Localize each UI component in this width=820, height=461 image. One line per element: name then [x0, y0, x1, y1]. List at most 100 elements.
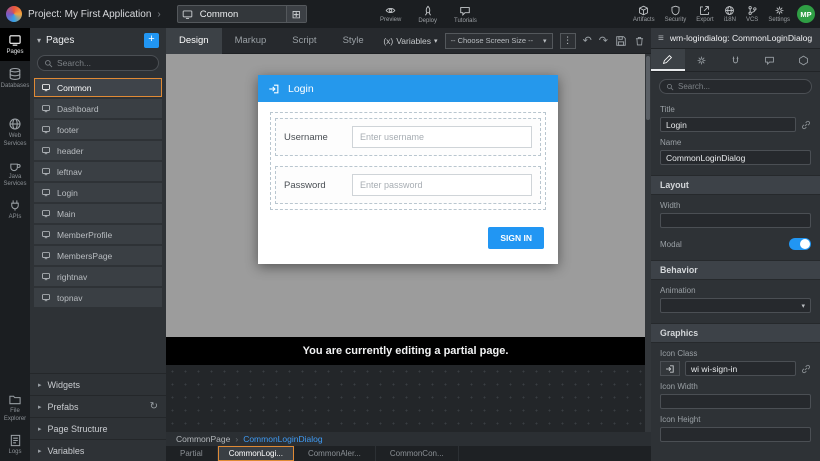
- icon-class-input[interactable]: [685, 361, 796, 376]
- form-container[interactable]: Username Password: [270, 112, 546, 210]
- redo-icon[interactable]: ↷: [599, 34, 608, 47]
- rail-item-web-services[interactable]: Web Services: [0, 111, 30, 152]
- save-icon[interactable]: [615, 35, 627, 47]
- tab-security[interactable]: [786, 49, 820, 71]
- add-page-button[interactable]: +: [144, 33, 159, 48]
- password-input[interactable]: [352, 174, 532, 196]
- page-item-memberspage[interactable]: MembersPage: [34, 246, 162, 265]
- dialog-title: Login: [288, 83, 314, 95]
- tutorials-button[interactable]: Tutorials: [454, 5, 477, 24]
- pages-search-input[interactable]: [57, 58, 152, 68]
- icon-width-input[interactable]: [660, 394, 811, 409]
- modal-toggle[interactable]: [789, 238, 811, 250]
- design-canvas[interactable]: Login Username Password SIGN IN: [166, 54, 645, 337]
- left-rail: Pages Databases Web Services Java Servic…: [0, 28, 30, 461]
- breadcrumb: CommonPage › CommonLoginDialog: [166, 432, 651, 446]
- rail-item-java-services[interactable]: Java Services: [0, 153, 30, 193]
- username-input[interactable]: [352, 126, 532, 148]
- page-item-footer[interactable]: footer: [34, 120, 162, 139]
- vcs-button[interactable]: VCS: [746, 5, 758, 23]
- username-form-row[interactable]: Username: [275, 118, 541, 156]
- variables-button[interactable]: (x) Variables ▾: [383, 36, 437, 46]
- topbar-center-actions: Preview Deploy Tutorials: [380, 0, 477, 28]
- name-input[interactable]: [660, 150, 811, 165]
- rail-item-databases[interactable]: Databases: [0, 61, 30, 95]
- page-thumb-icon: [41, 104, 51, 113]
- title-input[interactable]: [660, 117, 796, 132]
- section-page-structure[interactable]: ▸ Page Structure: [30, 417, 166, 439]
- deploy-button[interactable]: Deploy: [418, 5, 437, 24]
- page-switcher[interactable]: Common ⊞: [177, 5, 307, 23]
- section-widgets[interactable]: ▸ Widgets: [30, 373, 166, 395]
- pages-search[interactable]: [37, 55, 159, 71]
- tab-commonalertdialog[interactable]: CommonAler...: [294, 446, 376, 461]
- shield-icon: [670, 5, 681, 16]
- hamburger-icon[interactable]: ≡: [658, 33, 664, 44]
- app-logo-icon[interactable]: [6, 6, 22, 22]
- refresh-icon[interactable]: ↻: [150, 401, 158, 412]
- rail-item-pages[interactable]: Pages: [0, 28, 30, 61]
- gear-icon: [696, 55, 707, 66]
- screen-size-select[interactable]: -- Choose Screen Size -- ▾: [445, 33, 553, 49]
- tab-commonconfirmdialog[interactable]: CommonCon...: [376, 446, 459, 461]
- security-button[interactable]: Security: [665, 5, 687, 23]
- login-dialog-widget[interactable]: Login Username Password SIGN IN: [258, 75, 558, 264]
- grid-icon[interactable]: ⊞: [286, 6, 306, 22]
- breadcrumb-root[interactable]: CommonPage: [176, 434, 230, 444]
- more-options-button[interactable]: ⋮: [560, 33, 576, 49]
- export-button[interactable]: Export: [696, 5, 713, 23]
- trash-icon[interactable]: [634, 35, 645, 47]
- scrollbar-thumb[interactable]: [646, 56, 650, 120]
- sign-in-button[interactable]: SIGN IN: [488, 227, 544, 249]
- tab-events[interactable]: [752, 49, 786, 71]
- user-avatar[interactable]: MP: [797, 5, 815, 23]
- tab-script[interactable]: Script: [279, 28, 329, 54]
- rail-item-apis[interactable]: APIs: [0, 193, 30, 226]
- tab-style[interactable]: Style: [330, 28, 377, 54]
- icon-height-label: Icon Height: [660, 415, 811, 424]
- page-item-rightnav[interactable]: rightnav: [34, 267, 162, 286]
- section-variables[interactable]: ▸ Variables: [30, 439, 166, 461]
- settings-button[interactable]: Settings: [768, 5, 790, 23]
- page-item-header[interactable]: header: [34, 141, 162, 160]
- tab-design[interactable]: Design: [166, 28, 222, 54]
- pages-panel-header[interactable]: ▾ Pages +: [30, 28, 166, 53]
- dialog-header[interactable]: Login: [258, 75, 558, 102]
- search-icon: [666, 83, 674, 91]
- animation-select[interactable]: ▾: [660, 298, 811, 313]
- page-item-main[interactable]: Main: [34, 204, 162, 223]
- undo-icon[interactable]: ↶: [583, 34, 592, 47]
- partial-page-notice: You are currently editing a partial page…: [303, 345, 509, 357]
- section-prefabs[interactable]: ▸ Prefabs ↻: [30, 395, 166, 417]
- bind-link-icon[interactable]: [801, 120, 811, 130]
- tab-partial[interactable]: Partial: [166, 446, 218, 461]
- tab-styles[interactable]: [685, 49, 719, 71]
- modal-label: Modal: [660, 240, 682, 249]
- i18n-button[interactable]: i18N: [724, 5, 736, 23]
- bind-link-icon[interactable]: [801, 364, 811, 374]
- page-item-leftnav[interactable]: leftnav: [34, 162, 162, 181]
- page-thumb-icon: [41, 83, 51, 92]
- database-icon: [8, 67, 22, 81]
- artifacts-button[interactable]: Artifacts: [633, 5, 655, 23]
- tab-markup[interactable]: Markup: [222, 28, 280, 54]
- rail-item-file-explorer[interactable]: File Explorer: [0, 387, 30, 427]
- preview-button[interactable]: Preview: [380, 5, 401, 23]
- page-item-topnav[interactable]: topnav: [34, 288, 162, 307]
- tab-properties[interactable]: [651, 49, 685, 71]
- width-input[interactable]: [660, 213, 811, 228]
- page-thumb-icon: [41, 251, 51, 260]
- page-item-common[interactable]: Common: [34, 78, 162, 97]
- page-item-login[interactable]: Login: [34, 183, 162, 202]
- icon-height-input[interactable]: [660, 427, 811, 442]
- password-form-row[interactable]: Password: [275, 166, 541, 204]
- tab-commonlogindialog[interactable]: CommonLogi...: [218, 446, 294, 461]
- page-item-dashboard[interactable]: Dashboard: [34, 99, 162, 118]
- properties-search[interactable]: [659, 79, 812, 94]
- tab-bindings[interactable]: [719, 49, 753, 71]
- page-item-memberprofile[interactable]: MemberProfile: [34, 225, 162, 244]
- rocket-icon: [422, 5, 434, 17]
- rail-item-logs[interactable]: Logs: [0, 428, 30, 461]
- properties-search-input[interactable]: [678, 82, 805, 91]
- breadcrumb-current[interactable]: CommonLoginDialog: [243, 434, 322, 444]
